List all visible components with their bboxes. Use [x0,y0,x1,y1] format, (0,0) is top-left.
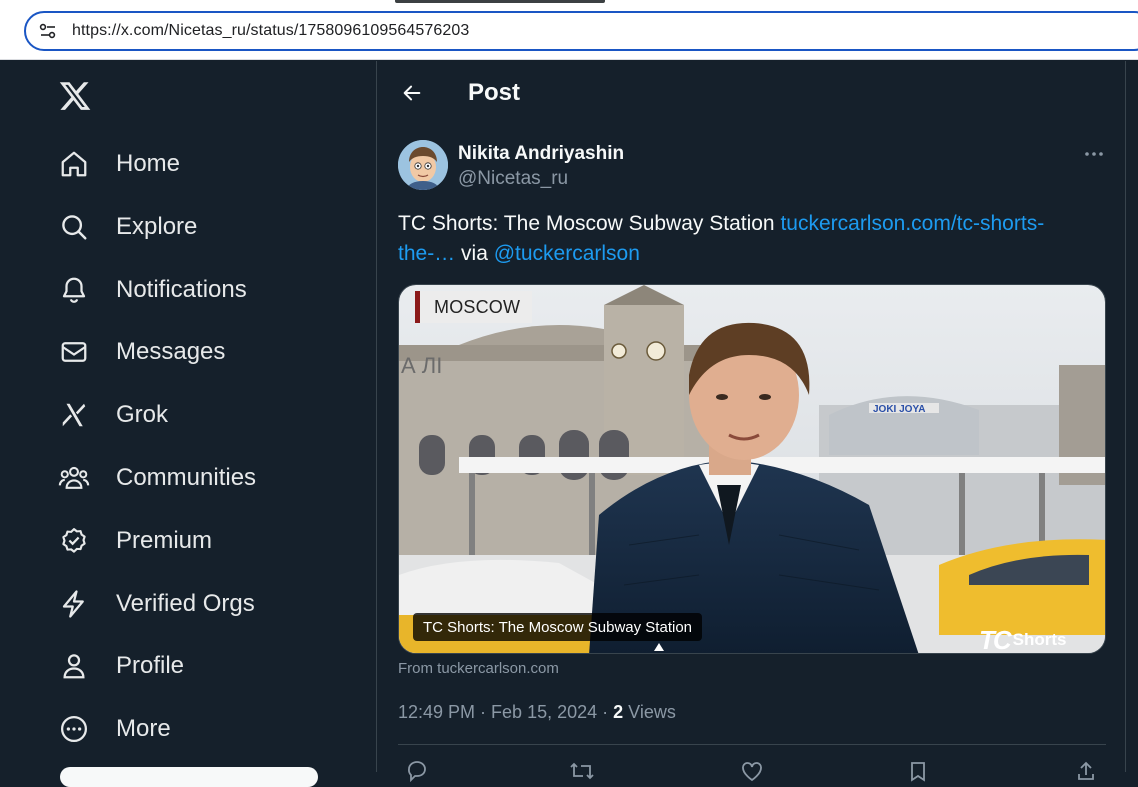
x-logo[interactable] [58,79,92,113]
people-icon [58,462,90,494]
envelope-icon [58,336,90,368]
sidebar-item-label: Premium [116,527,213,554]
divider [398,744,1106,745]
browser-toolbar: https://x.com/Nicetas_ru/status/17580961… [0,0,1138,60]
sidebar-item-label: More [116,715,171,742]
post-time[interactable]: 12:49 PM [398,702,475,722]
mention-link[interactable]: @tuckercarlson [494,242,640,265]
sidebar-item-communities[interactable]: Communities [52,452,266,504]
active-tab-indicator [395,0,605,3]
bell-icon [58,274,90,306]
avatar[interactable] [398,140,448,190]
caption-pointer [654,643,664,651]
sidebar-item-verified-orgs[interactable]: Verified Orgs [52,578,265,630]
search-icon [58,211,90,243]
sidebar-item-label: Messages [116,338,226,365]
sidebar-item-label: Verified Orgs [116,590,255,617]
sidebar-item-label: Explore [116,213,198,240]
sidebar-item-grok[interactable]: Grok [52,389,178,441]
more-options-icon[interactable] [1082,145,1106,163]
sidebar-item-messages[interactable]: Messages [52,326,235,378]
reply-icon[interactable] [403,759,431,783]
post-button[interactable] [60,767,318,787]
video-thumbnail: А ЛІ JOKI JOYA [399,285,1105,653]
tune-icon[interactable] [38,21,58,41]
sidebar-item-label: Home [116,150,181,177]
home-icon [58,148,90,180]
share-icon[interactable] [1072,759,1100,783]
logo-shorts: Shorts [1012,630,1067,649]
arrow-left-icon[interactable] [398,79,426,107]
sidebar-item-more[interactable]: More [52,703,181,755]
page-title: Post [468,79,521,106]
logo-tc: TC [979,624,1012,654]
heart-icon[interactable] [738,759,766,783]
grok-icon [58,399,90,431]
post-text-via: via [455,242,494,265]
lightning-icon [58,588,90,620]
main-column: Post Nikita Andriyashin @Nicetas_ru TC S… [378,61,1126,782]
post-text: TC Shorts: The Moscow Subway Station tuc… [398,209,1098,269]
post-text-body: TC Shorts: The Moscow Subway Station [398,212,781,235]
meta-separator: · [597,702,614,722]
author-name[interactable]: Nikita Andriyashin [458,143,624,165]
post-meta: 12:49 PM · Feb 15, 2024 · 2 Views [398,702,676,723]
sidebar-item-label: Communities [116,464,257,491]
link-card-media[interactable]: А ЛІ JOKI JOYA MOSCOW TC Shorts: The Mos… [398,284,1106,654]
page-header: Post [378,61,1126,125]
column-border [1125,61,1126,772]
sidebar-item-label: Grok [116,401,169,428]
sidebar-item-premium[interactable]: Premium [52,515,222,567]
sidebar-item-explore[interactable]: Explore [52,201,207,253]
repost-icon[interactable] [568,759,596,783]
post-date[interactable]: Feb 15, 2024 [491,702,597,722]
author-handle[interactable]: @Nicetas_ru [458,168,568,190]
building-signage: JOKI JOYA [873,404,925,415]
views-label: Views [623,702,676,722]
bookmark-icon[interactable] [904,759,932,783]
verified-badge-icon [58,525,90,557]
card-source[interactable]: From tuckercarlson.com [398,660,559,677]
views-count: 2 [613,702,624,722]
sidebar: Home Explore Notifications Messages Grok… [0,61,377,787]
meta-separator: · [475,702,492,722]
sidebar-item-notifications[interactable]: Notifications [52,264,257,316]
card-caption: TC Shorts: The Moscow Subway Station [413,613,703,641]
sidebar-item-label: Profile [116,652,185,679]
sidebar-item-profile[interactable]: Profile [52,640,194,692]
sidebar-item-label: Notifications [116,276,247,303]
tc-shorts-logo: TC Shorts [979,625,1067,654]
address-bar[interactable]: https://x.com/Nicetas_ru/status/17580961… [24,11,1138,51]
building-signage: А ЛІ [401,353,442,378]
more-circle-icon [58,713,90,745]
url-text[interactable]: https://x.com/Nicetas_ru/status/17580961… [72,22,469,40]
sidebar-item-home[interactable]: Home [52,138,190,190]
person-icon [58,650,90,682]
location-tag: MOSCOW [415,291,533,323]
